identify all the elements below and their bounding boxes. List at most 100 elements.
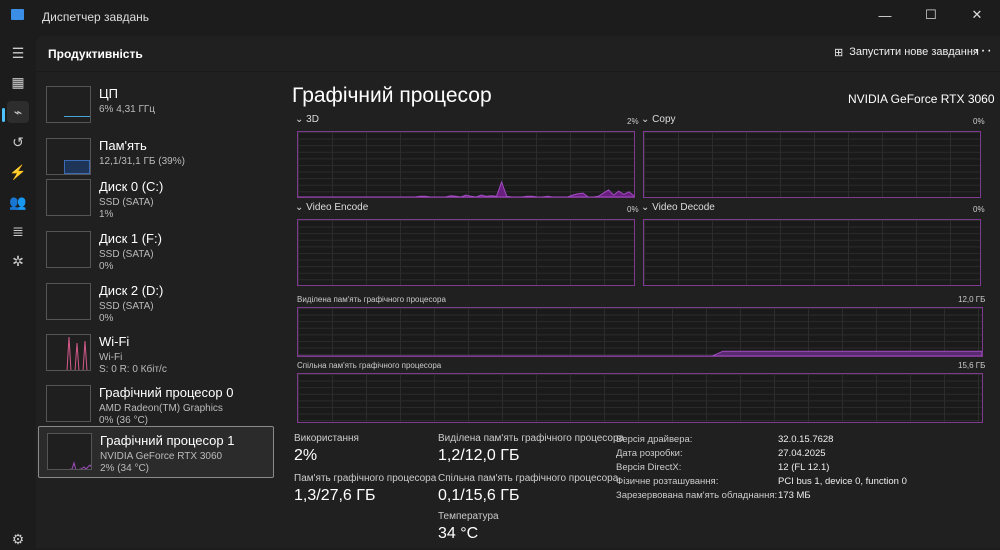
resource-detail: Wi-Fi [99, 352, 123, 363]
resource-thumbnail-graph [46, 334, 91, 371]
services-icon[interactable]: ✲ [7, 250, 29, 272]
usage-label: Використання [294, 433, 359, 444]
shared-graph-max: 15,6 ГБ [958, 361, 986, 370]
temperature-value: 34 °C [438, 525, 479, 542]
chevron-down-icon: ⌄ [295, 114, 307, 125]
resource-value: 0% (36 °C) [99, 415, 149, 426]
resource-value: S: 0 R: 0 Кбіт/с [99, 364, 167, 375]
minimize-button[interactable]: — [862, 0, 908, 30]
gpu-memory-label: Пам'ять графічного процесора [294, 473, 437, 484]
page-header: Продуктивність ⊞ Запустити нове завдання … [36, 36, 1000, 72]
shared-memory-label: Спільна пам'ять графічного процесора [438, 473, 619, 484]
info-key: Зарезервована пам'ять обладнання: [616, 490, 778, 501]
window-title: Диспетчер завдань [42, 10, 150, 24]
resource-detail: 12,1/31,1 ГБ (39%) [99, 156, 185, 167]
info-key: Версія DirectX: [616, 462, 682, 473]
temperature-label: Температура [438, 511, 499, 522]
resource-item[interactable]: Wi-Fi Wi-Fi S: 0 R: 0 Кбіт/с [38, 328, 274, 380]
dedicated-graph-label: Виділена пам'ять графічного процесора [297, 295, 446, 304]
resource-thumbnail-graph [46, 86, 91, 123]
dedicated-memory-value: 1,2/12,0 ГБ [438, 447, 520, 464]
resource-name: Диск 0 (C:) [99, 179, 164, 194]
resource-name: Графічний процесор 0 [99, 385, 234, 400]
3d-area [298, 180, 634, 197]
task-manager-logo-icon [11, 9, 24, 20]
users-icon[interactable]: 👥 [7, 191, 29, 213]
gpu-model: NVIDIA GeForce RTX 3060 [848, 92, 995, 106]
more-options-button[interactable]: ··· [974, 42, 993, 60]
resource-item[interactable]: Диск 0 (C:) SSD (SATA) 1% [38, 173, 274, 225]
app-history-icon[interactable]: ↺ [7, 131, 29, 153]
gpu-memory-value: 1,3/27,6 ГБ [294, 487, 376, 504]
shared-memory-graph [297, 373, 983, 423]
nav-rail: ☰ ▦ ⌁ ↺ ⚡ 👥 ≣ ✲ ⚙ [0, 36, 36, 548]
engine-label: Copy [652, 114, 676, 125]
resource-thumbnail-graph [46, 385, 91, 422]
info-value: 173 МБ [778, 490, 811, 501]
chevron-down-icon: ⌄ [295, 202, 307, 213]
resource-name: ЦП [99, 86, 118, 101]
engine-label: Video Encode [306, 202, 369, 213]
resource-item[interactable]: Графічний процесор 0 AMD Radeon(TM) Graph… [38, 379, 274, 431]
resource-detail: AMD Radeon(TM) Graphics [99, 403, 223, 414]
resource-name: Диск 1 (F:) [99, 231, 162, 246]
menu-icon[interactable]: ☰ [7, 42, 29, 64]
engine-selector-2[interactable]: ⌄ Video Encode [295, 202, 368, 213]
engine-value: 2% [627, 117, 639, 126]
resource-thumbnail-graph [46, 231, 91, 268]
info-key: Фізичне розташування: [616, 476, 719, 487]
resource-value: 0% [99, 313, 114, 324]
engine-graph [643, 131, 981, 198]
resource-item[interactable]: Диск 2 (D:) SSD (SATA) 0% [38, 277, 274, 329]
resource-item[interactable]: ЦП 6% 4,31 ГГц [38, 80, 274, 132]
resource-value: 2% (34 °C) [100, 463, 150, 474]
resource-thumbnail-graph [47, 433, 92, 470]
selected-indicator [2, 108, 5, 122]
main-panel: Продуктивність ⊞ Запустити нове завдання … [36, 36, 1000, 548]
info-key: Дата розробки: [616, 448, 683, 459]
engine-value: 0% [973, 205, 985, 214]
details-icon[interactable]: ≣ [7, 220, 29, 242]
resource-detail: SSD (SATA) [99, 197, 154, 208]
run-new-task-button[interactable]: ⊞ Запустити нове завдання [834, 46, 979, 59]
engine-selector-3[interactable]: ⌄ Video Decode [641, 202, 715, 213]
processes-icon[interactable]: ▦ [7, 71, 29, 93]
dedicated-memory-area [298, 350, 982, 356]
resource-detail: 6% 4,31 ГГц [99, 104, 156, 115]
startup-icon[interactable]: ⚡ [7, 161, 29, 183]
info-value: 32.0.15.7628 [778, 434, 834, 445]
resource-thumbnail-graph [46, 179, 91, 216]
chevron-down-icon: ⌄ [641, 202, 653, 213]
gpu-title: Графічний процесор [292, 84, 492, 107]
resource-item[interactable]: Диск 1 (F:) SSD (SATA) 0% [38, 225, 274, 277]
dedicated-memory-graph [297, 307, 983, 357]
dedicated-graph-max: 12,0 ГБ [958, 295, 986, 304]
info-value: 27.04.2025 [778, 448, 826, 459]
resource-name: Диск 2 (D:) [99, 283, 164, 298]
engine-value: 0% [973, 117, 985, 126]
resource-name: Графічний процесор 1 [100, 433, 235, 448]
shared-graph-label: Спільна пам'ять графічного процесора [297, 361, 442, 370]
resource-name: Wi-Fi [99, 334, 130, 349]
resource-value: 1% [99, 209, 114, 220]
engine-label: 3D [306, 114, 319, 125]
info-value: PCI bus 1, device 0, function 0 [778, 476, 907, 487]
dedicated-memory-label: Виділена пам'ять графічного процесора [438, 433, 625, 444]
resource-detail: NVIDIA GeForce RTX 3060 [100, 451, 223, 462]
resource-thumbnail-graph [46, 283, 91, 320]
resource-detail: SSD (SATA) [99, 301, 154, 312]
usage-value: 2% [294, 447, 318, 464]
shared-memory-value: 0,1/15,6 ГБ [438, 487, 520, 504]
close-button[interactable]: ✕ [954, 0, 1000, 30]
engine-selector-0[interactable]: ⌄ 3D [295, 114, 319, 125]
engine-graph [297, 131, 635, 198]
settings-icon[interactable]: ⚙ [7, 528, 29, 550]
maximize-button[interactable]: ☐ [908, 0, 954, 30]
engine-graph [643, 219, 981, 286]
run-new-task-label: Запустити нове завдання [849, 46, 979, 58]
engine-graph [297, 219, 635, 286]
chevron-down-icon: ⌄ [641, 114, 653, 125]
resource-item[interactable]: Графічний процесор 1 NVIDIA GeForce RTX 3… [38, 426, 274, 478]
engine-selector-1[interactable]: ⌄ Copy [641, 114, 676, 125]
performance-icon[interactable]: ⌁ [7, 101, 29, 123]
